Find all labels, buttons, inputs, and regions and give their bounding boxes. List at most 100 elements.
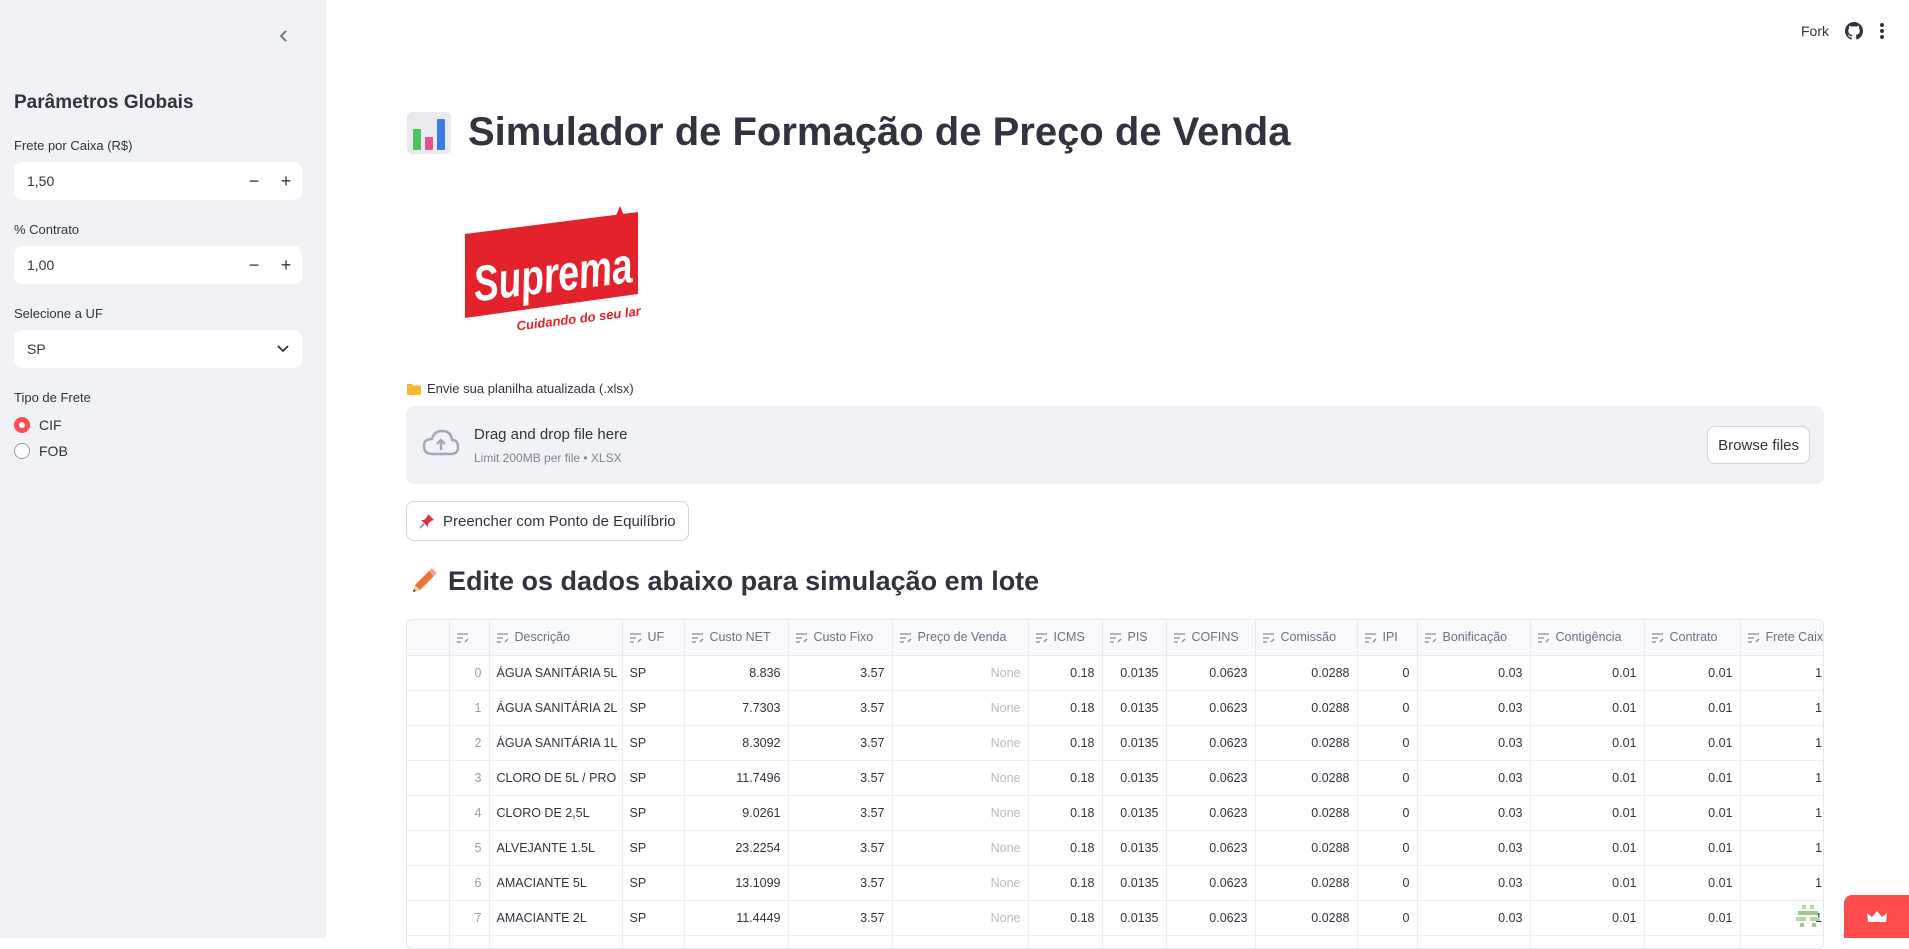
column-header[interactable]: UF — [622, 620, 685, 656]
table-cell[interactable]: SP — [622, 830, 685, 866]
table-cell[interactable]: 0.03 — [1417, 655, 1531, 691]
contrato-decrement-button[interactable]: − — [238, 246, 270, 284]
table-cell[interactable]: 1.5 — [1740, 795, 1823, 831]
table-cell[interactable]: 0 — [1357, 655, 1418, 691]
table-cell[interactable]: 0.03 — [1417, 900, 1531, 936]
table-cell[interactable]: None — [892, 795, 1029, 831]
fork-link[interactable]: Fork — [1801, 23, 1829, 39]
table-cell[interactable]: None — [892, 690, 1029, 726]
table-cell[interactable]: 0.18 — [1028, 655, 1103, 691]
table-cell[interactable]: None — [892, 830, 1029, 866]
table-cell[interactable]: 0 — [1357, 865, 1418, 901]
table-cell[interactable]: 3.57 — [788, 760, 893, 796]
table-cell[interactable]: 3.57 — [788, 830, 893, 866]
table-cell[interactable]: 0.0288 — [1255, 935, 1358, 948]
table-cell[interactable]: 0 — [1357, 900, 1418, 936]
table-cell[interactable]: 0.0135 — [1102, 760, 1167, 796]
column-header[interactable]: Frete Caixa — [1740, 620, 1823, 656]
table-cell[interactable]: 0.0623 — [1166, 690, 1256, 726]
table-cell[interactable]: 0.0623 — [1166, 935, 1256, 948]
table-cell[interactable]: 0.03 — [1417, 795, 1531, 831]
table-cell[interactable]: 0.0623 — [1166, 655, 1256, 691]
table-cell[interactable]: 0.0288 — [1255, 830, 1358, 866]
table-cell[interactable]: 23.2254 — [684, 830, 789, 866]
table-cell[interactable]: None — [892, 900, 1029, 936]
table-cell[interactable]: 1.5 — [1740, 935, 1823, 948]
column-header[interactable]: IPI — [1357, 620, 1418, 656]
table-cell[interactable]: 3.57 — [788, 725, 893, 761]
table-cell[interactable]: None — [892, 865, 1029, 901]
row-selector[interactable] — [407, 935, 450, 948]
table-cell[interactable]: 0.03 — [1417, 935, 1531, 948]
table-cell[interactable]: 0.0135 — [1102, 655, 1167, 691]
table-cell[interactable]: 9.8812 — [684, 935, 789, 948]
table-cell[interactable]: 0 — [1357, 795, 1418, 831]
table-cell[interactable]: 1.5 — [1740, 725, 1823, 761]
table-cell[interactable]: 0.01 — [1530, 690, 1645, 726]
table-cell[interactable]: ÁGUA SANITÁRIA 1L — [489, 725, 623, 761]
table-cell[interactable]: 0.03 — [1417, 830, 1531, 866]
user-avatar[interactable] — [1794, 903, 1822, 931]
column-header[interactable]: Contigência — [1530, 620, 1645, 656]
row-selector[interactable] — [407, 900, 450, 936]
table-cell[interactable]: 0.18 — [1028, 795, 1103, 831]
table-cell[interactable]: 0.01 — [1644, 795, 1741, 831]
table-cell[interactable]: 0 — [1357, 935, 1418, 948]
table-cell[interactable]: 0 — [1357, 760, 1418, 796]
row-selector[interactable] — [407, 865, 450, 901]
table-cell[interactable]: SP — [622, 865, 685, 901]
table-cell[interactable]: 0.0288 — [1255, 760, 1358, 796]
table-cell[interactable]: 0.18 — [1028, 865, 1103, 901]
column-header[interactable]: PIS — [1102, 620, 1167, 656]
collapse-sidebar-button[interactable] — [272, 24, 296, 48]
table-cell[interactable]: CLORO DE 2,5L — [489, 795, 623, 831]
table-cell[interactable]: 0.0288 — [1255, 725, 1358, 761]
uf-select[interactable]: SP — [14, 330, 302, 368]
table-cell[interactable]: 0.0135 — [1102, 900, 1167, 936]
table-cell[interactable]: 0.0623 — [1166, 795, 1256, 831]
table-cell[interactable]: 0.0135 — [1102, 725, 1167, 761]
column-header[interactable]: Custo Fixo — [788, 620, 893, 656]
table-cell[interactable]: 0 — [1357, 725, 1418, 761]
column-header[interactable]: Custo NET — [684, 620, 789, 656]
file-dropzone[interactable]: Drag and drop file here Limit 200MB per … — [406, 406, 1824, 484]
column-header[interactable]: ICMS — [1028, 620, 1103, 656]
table-cell[interactable]: 0.03 — [1417, 760, 1531, 796]
table-cell[interactable]: 0.01 — [1530, 900, 1645, 936]
table-cell[interactable]: 3.57 — [788, 655, 893, 691]
table-cell[interactable]: AMACIANTE 5L — [489, 865, 623, 901]
table-cell[interactable]: ALVEJANTE 1.5L — [489, 830, 623, 866]
table-cell[interactable]: 1.5 — [1740, 760, 1823, 796]
table-cell[interactable]: 0.0623 — [1166, 865, 1256, 901]
table-cell[interactable]: 0.01 — [1530, 655, 1645, 691]
frete-input[interactable]: 1,50 — [14, 173, 238, 189]
table-cell[interactable]: 0.0623 — [1166, 760, 1256, 796]
more-vertical-icon[interactable] — [1879, 22, 1885, 40]
table-cell[interactable]: AMACIANTE 2L — [489, 900, 623, 936]
column-header[interactable]: COFINS — [1166, 620, 1256, 656]
table-cell[interactable]: 1.5 — [1740, 830, 1823, 866]
table-cell[interactable]: None — [892, 935, 1029, 948]
table-cell[interactable]: 0.01 — [1530, 935, 1645, 948]
table-cell[interactable]: 0.01 — [1644, 900, 1741, 936]
table-cell[interactable]: 0.0623 — [1166, 830, 1256, 866]
table-cell[interactable]: 0.01 — [1644, 935, 1741, 948]
table-cell[interactable]: ÁGUA SANITÁRIA 5L — [489, 655, 623, 691]
table-cell[interactable]: 13.1099 — [684, 865, 789, 901]
table-cell[interactable]: 0.18 — [1028, 935, 1103, 948]
column-header[interactable]: Preço de Venda — [892, 620, 1029, 656]
table-cell[interactable]: 0 — [1357, 690, 1418, 726]
row-selector[interactable] — [407, 830, 450, 866]
table-cell[interactable]: SP — [622, 725, 685, 761]
table-cell[interactable]: 0.0288 — [1255, 655, 1358, 691]
fill-equilibrium-button[interactable]: Preencher com Ponto de Equilíbrio — [406, 501, 689, 541]
table-cell[interactable]: 7.7303 — [684, 690, 789, 726]
table-cell[interactable]: 8.3092 — [684, 725, 789, 761]
table-cell[interactable]: 0.01 — [1644, 865, 1741, 901]
row-selector[interactable] — [407, 655, 450, 691]
table-cell[interactable]: 0.0288 — [1255, 900, 1358, 936]
table-cell[interactable]: 0.0135 — [1102, 830, 1167, 866]
table-cell[interactable]: 0.0135 — [1102, 865, 1167, 901]
table-cell[interactable]: 0.03 — [1417, 865, 1531, 901]
table-cell[interactable]: 0.01 — [1530, 865, 1645, 901]
